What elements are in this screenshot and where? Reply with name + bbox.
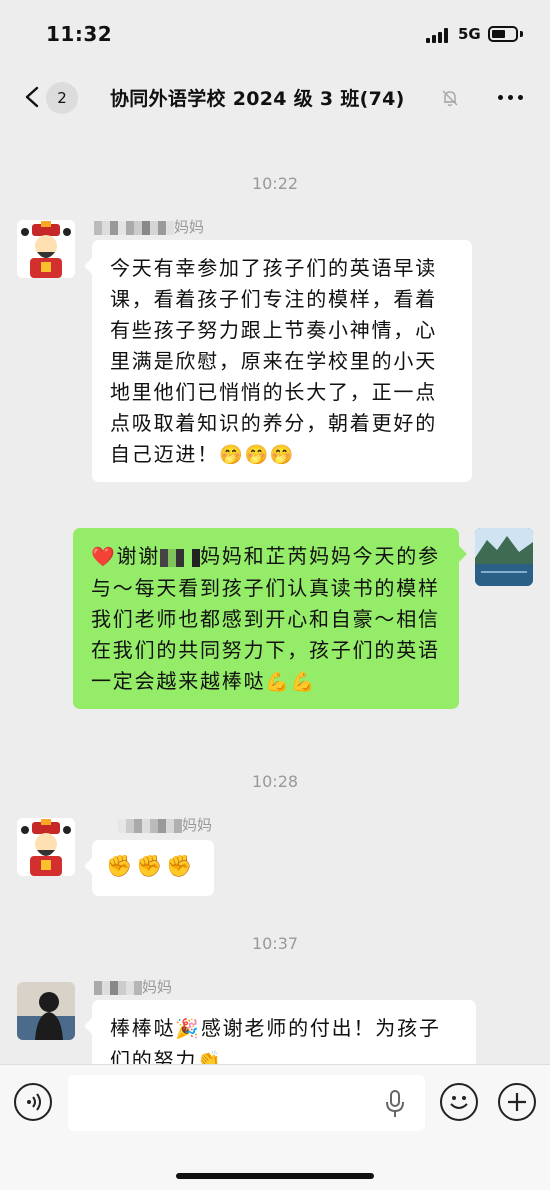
red-heart-emoji: ❤️	[91, 546, 117, 568]
plus-icon	[508, 1093, 526, 1111]
microphone-icon[interactable]	[384, 1089, 406, 1119]
sender-name-suffix: 妈妈	[174, 218, 205, 236]
chevron-left-icon[interactable]	[24, 86, 40, 108]
timestamp: 10:22	[251, 174, 299, 193]
signal-icon	[426, 27, 452, 43]
sender-name: 妈妈	[118, 814, 212, 835]
message-bubble[interactable]: 今天有幸参加了孩子们的英语早读课，看着孩子们专注的模样，看着有些孩子努力跟上节奏…	[84, 240, 472, 482]
sender-name-suffix: 妈妈	[142, 978, 173, 996]
sender-name-suffix: 妈妈	[182, 816, 213, 834]
timestamp: 10:37	[251, 934, 299, 953]
party-popper-emoji: 🎉	[175, 1018, 201, 1040]
hand-over-mouth-emoji: 🤭🤭🤭	[219, 444, 296, 466]
chat-title: 协同外语学校 2024 级 3 班(74)	[110, 88, 405, 110]
caishen-avatar-icon	[17, 818, 75, 876]
sender-name: 妈妈	[94, 976, 172, 997]
message-text-part: 棒棒哒	[110, 1016, 176, 1040]
avatar[interactable]	[17, 818, 75, 876]
plus-button[interactable]	[498, 1083, 536, 1121]
bell-slash-icon	[442, 90, 458, 107]
status-time: 11:32	[46, 22, 113, 46]
sender-name: 妈妈	[94, 216, 204, 237]
caishen-avatar-icon	[17, 220, 75, 278]
emoji-button[interactable]	[440, 1083, 478, 1121]
status-bar: 11:32 5G	[0, 0, 550, 64]
message-text: 今天有幸参加了孩子们的英语早读课，看着孩子们专注的模样，看着有些孩子努力跟上节奏…	[110, 256, 437, 466]
more-dots-icon[interactable]	[498, 95, 524, 101]
message-clip: 棒棒哒🎉感谢老师的付出！为孩子们的努力👏	[0, 996, 550, 1064]
timestamp: 10:28	[251, 772, 299, 791]
smiley-icon	[450, 1096, 468, 1109]
battery-cap	[520, 31, 523, 37]
voice-button[interactable]	[14, 1083, 52, 1121]
network-label: 5G	[458, 25, 481, 43]
message-bubble[interactable]: ✊✊✊	[84, 840, 214, 896]
message-bubble[interactable]: 棒棒哒🎉感谢老师的付出！为孩子们的努力👏	[84, 1000, 476, 1064]
unread-count-badge[interactable]: 2	[46, 82, 78, 114]
input-bar	[0, 1064, 550, 1190]
battery-icon	[488, 26, 518, 42]
avatar[interactable]	[17, 220, 75, 278]
voice-wave-icon	[27, 1093, 41, 1111]
avatar[interactable]	[475, 528, 533, 586]
message-text-part: 谢谢	[116, 544, 161, 568]
message-input[interactable]	[68, 1075, 425, 1131]
flexed-biceps-emoji: 💪💪	[265, 671, 317, 693]
nav-bar: 2 协同外语学校 2024 级 3 班(74)	[0, 64, 550, 130]
mountain-lake-avatar-icon	[475, 528, 533, 586]
message-bubble-outgoing[interactable]: ❤️谢谢 妈妈和芷芮妈妈今天的参与～每天看到孩子们认真读书的模样我们老师也都感到开…	[73, 528, 467, 709]
clapping-hands-emoji: 👏	[197, 1050, 223, 1064]
raised-fist-emoji: ✊✊✊	[106, 854, 197, 878]
home-indicator	[176, 1173, 374, 1179]
redacted-name	[160, 548, 201, 567]
